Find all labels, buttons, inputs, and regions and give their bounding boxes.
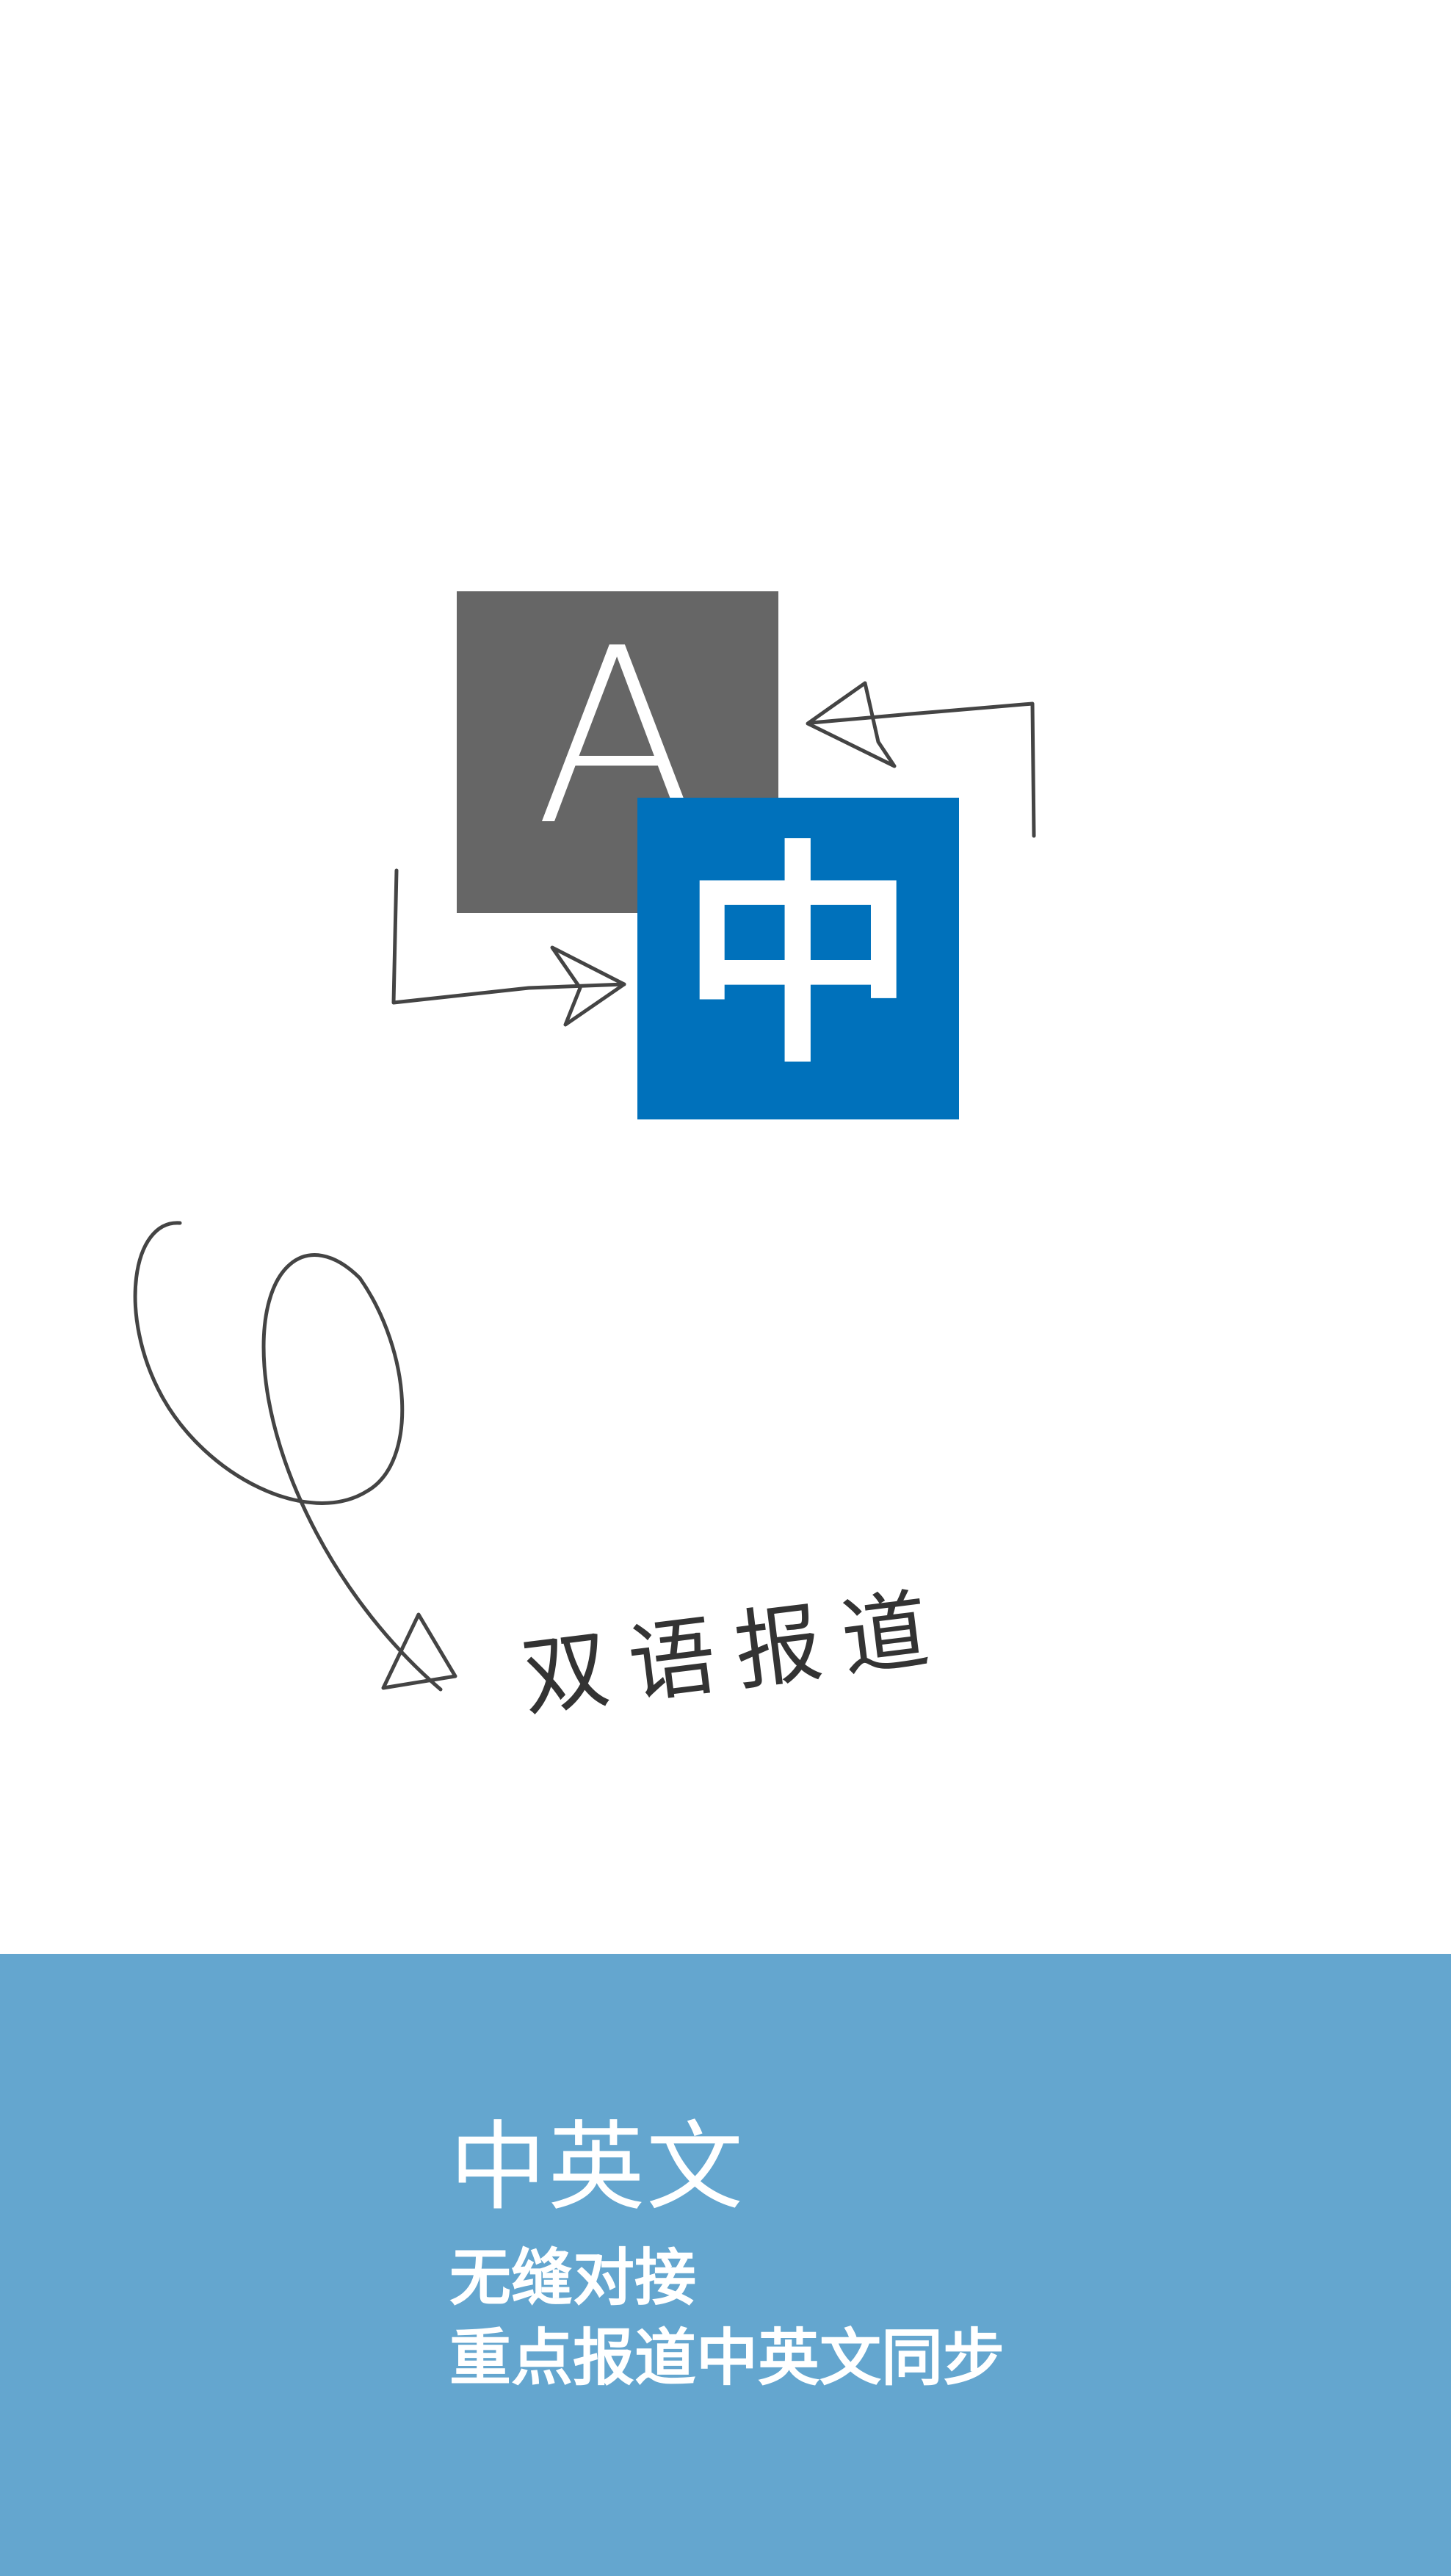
banner-line-sync: 重点报道中英文同步 xyxy=(449,2322,1005,2395)
loop-arrow-head-icon xyxy=(381,1612,457,1690)
banner-title: 中英文 xyxy=(449,2111,745,2224)
chinese-glyph: 中 xyxy=(681,822,916,1095)
arrow-to-latin-head-icon xyxy=(806,681,897,768)
banner-text-block: 中英文 无缝对接 重点报道中英文同步 xyxy=(449,2119,1005,2398)
bilingual-illustration: A 中 双语报道 xyxy=(0,0,1451,1954)
onboarding-page: A 中 双语报道 中英文 无缝对接 重点报道中英文同步 xyxy=(0,0,1451,2576)
loop-flourish-icon xyxy=(133,1221,443,1692)
banner-line-seamless: 无缝对接 xyxy=(449,2242,697,2314)
chinese-tile: 中 xyxy=(637,798,959,1119)
